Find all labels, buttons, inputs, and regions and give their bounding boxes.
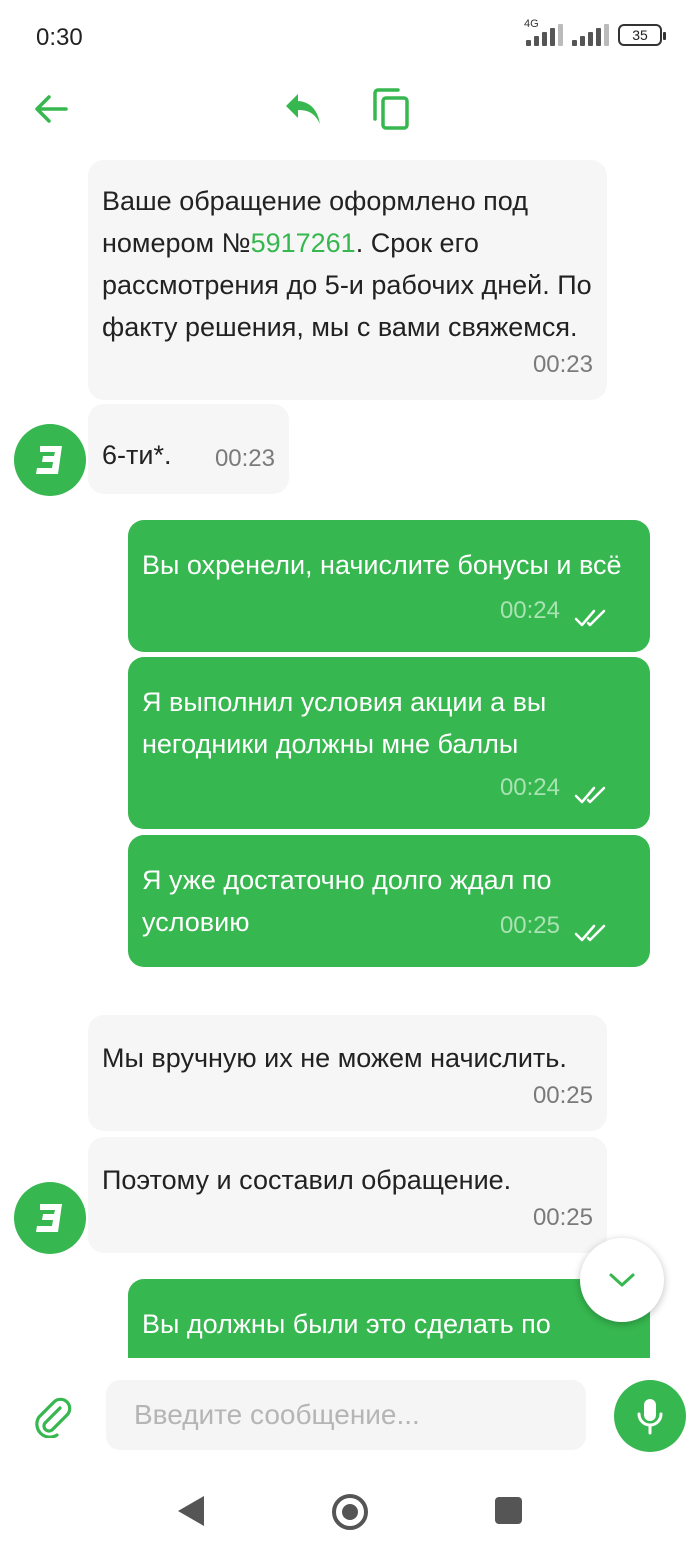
message-text: Мы вручную их не можем начислить. [102, 1043, 567, 1073]
message-time: 00:23 [532, 351, 593, 378]
paperclip-icon [35, 1397, 72, 1439]
scroll-to-bottom-button[interactable] [580, 1238, 664, 1322]
message-outgoing[interactable]: Вы должны были это сделать по [128, 1279, 650, 1358]
message-outgoing[interactable]: Я уже достаточно долго ждал по условию 0… [128, 835, 650, 967]
status-time: 0:30 [36, 24, 83, 51]
status-icons: 4G 35 [524, 18, 666, 46]
ticket-number-link[interactable]: 5917261 [251, 228, 356, 258]
message-incoming[interactable]: Мы вручную их не можем начислить. 00:25 [88, 1015, 607, 1131]
double-check-icon [574, 609, 606, 627]
message-text: Ваше обращение оформлено под номером №59… [102, 186, 592, 342]
message-time: 00:23 [214, 445, 275, 472]
network-type-label: 4G [524, 18, 539, 30]
message-text: Вы должны были это сделать по [142, 1309, 551, 1339]
message-text: Я выполнил условия акции а вы негодники … [142, 687, 547, 759]
microphone-icon [637, 1399, 663, 1435]
chat-messages[interactable]: Ваше обращение оформлено под номером №59… [0, 146, 700, 1358]
message-incoming[interactable]: 6-ти*. 00:23 [88, 404, 289, 494]
nav-home-icon[interactable] [332, 1494, 368, 1530]
message-time: 00:25 [532, 1082, 593, 1109]
brand-logo-icon [34, 1204, 62, 1232]
message-outgoing[interactable]: Вы охренели, начислите бонусы и всё 00:2… [128, 520, 650, 652]
back-button[interactable] [28, 86, 74, 132]
nav-back-icon[interactable] [176, 1494, 206, 1528]
attach-button[interactable] [30, 1394, 74, 1439]
message-time: 00:25 [499, 912, 560, 939]
chat-header [0, 76, 700, 146]
message-composer [0, 1358, 700, 1470]
support-avatar [14, 424, 86, 496]
message-incoming[interactable]: Ваше обращение оформлено под номером №59… [88, 160, 607, 400]
support-avatar [14, 1182, 86, 1254]
voice-message-button[interactable] [614, 1380, 686, 1452]
message-text: Поэтому и составил обращение. [102, 1165, 512, 1195]
message-input[interactable] [106, 1380, 586, 1450]
message-time: 00:24 [499, 597, 560, 624]
message-incoming[interactable]: Поэтому и составил обращение. 00:25 [88, 1137, 607, 1253]
nav-recent-apps-icon[interactable] [495, 1497, 522, 1524]
message-text: Вы охренели, начислите бонусы и всё [142, 550, 622, 580]
double-check-icon [574, 924, 606, 942]
message-time: 00:25 [532, 1204, 593, 1231]
signal-icon [572, 24, 610, 46]
battery-icon: 35 [618, 24, 666, 46]
reply-icon [286, 94, 320, 124]
message-time: 00:24 [499, 774, 560, 801]
message-outgoing[interactable]: Я выполнил условия акции а вы негодники … [128, 657, 650, 829]
status-bar: 0:30 4G 35 [0, 0, 700, 76]
brand-logo-icon [34, 446, 62, 474]
message-text: Я уже достаточно долго ждал по условию [142, 865, 552, 937]
system-nav-bar [0, 1470, 700, 1556]
arrow-left-icon [35, 95, 68, 123]
copy-button[interactable] [368, 84, 414, 134]
double-check-icon [574, 786, 606, 804]
signal-4g-icon: 4G [524, 18, 564, 46]
reply-button[interactable] [280, 86, 326, 132]
copy-icon [373, 88, 409, 130]
chevron-down-icon [609, 1273, 635, 1287]
